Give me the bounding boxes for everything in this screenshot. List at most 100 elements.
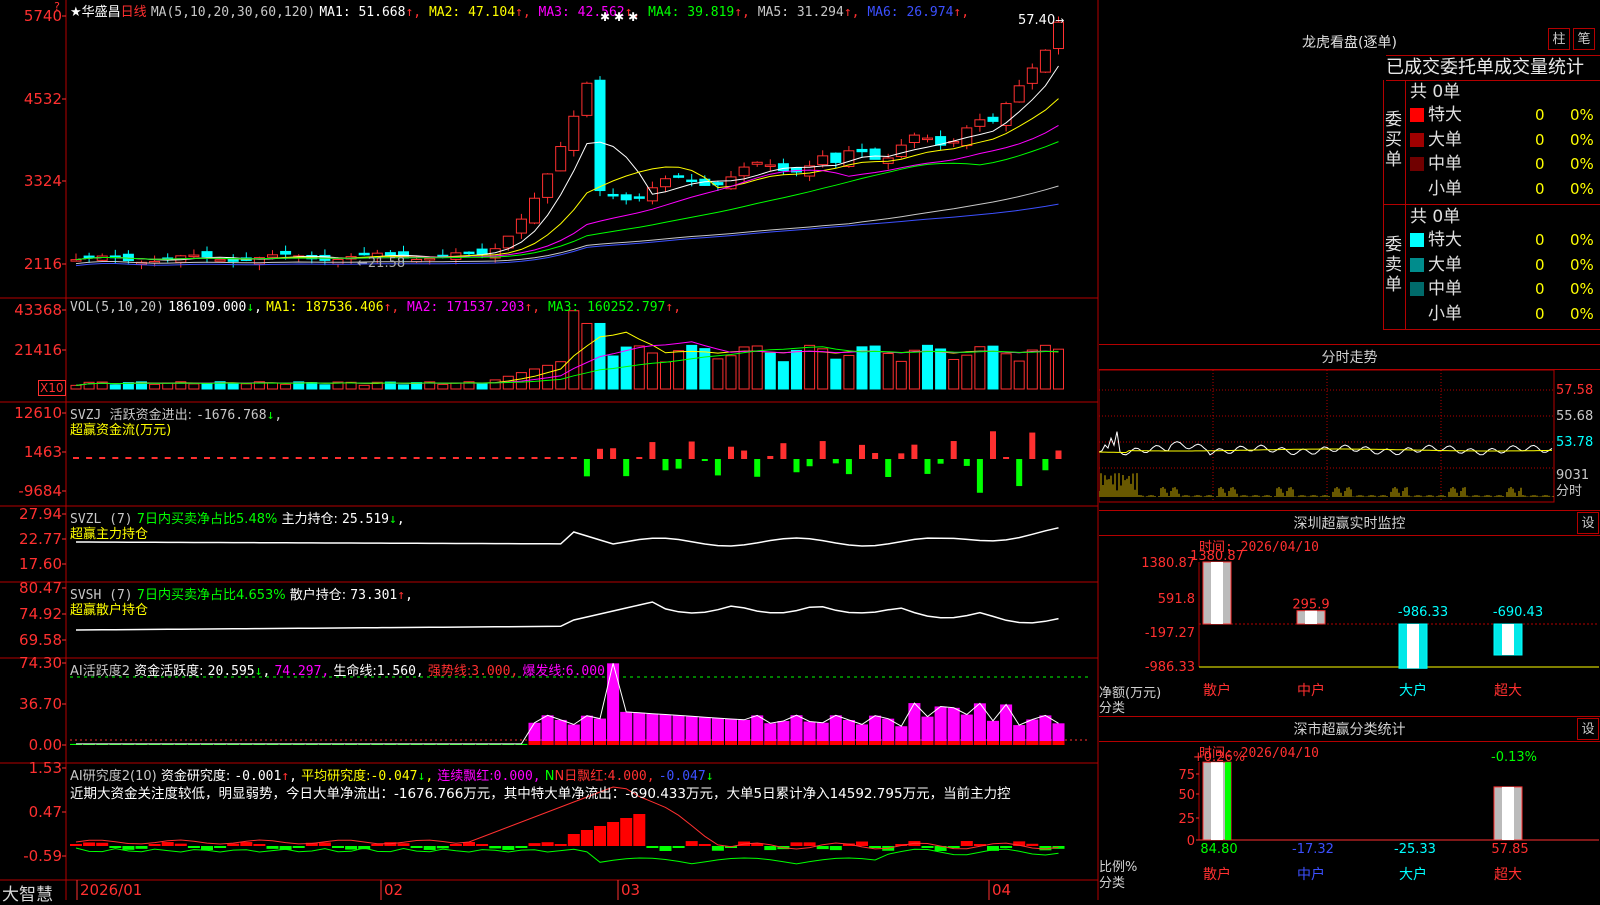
candle[interactable] bbox=[908, 134, 920, 144]
order-row-3: 中单 0 0% bbox=[1410, 152, 1600, 176]
vol-panel-title: VOL(5,10,20) 186109.000↓, MA1: 187536.40… bbox=[70, 300, 682, 315]
research-bar bbox=[672, 846, 685, 848]
classify-y-tick: 0 bbox=[1187, 834, 1195, 849]
candle[interactable] bbox=[660, 178, 671, 188]
candle[interactable] bbox=[384, 252, 396, 256]
order-type: 中单 bbox=[1428, 154, 1462, 174]
order-type: 小单 bbox=[1428, 303, 1462, 324]
candle[interactable] bbox=[542, 173, 554, 198]
candle[interactable] bbox=[280, 250, 292, 255]
volume-bar bbox=[699, 348, 711, 390]
fund-flow-bar bbox=[452, 457, 459, 459]
research-bar bbox=[70, 844, 82, 846]
order-row-2: 大单 0 0% bbox=[1410, 128, 1600, 152]
candle[interactable] bbox=[974, 119, 986, 127]
volume-bar bbox=[791, 349, 802, 390]
candle[interactable] bbox=[895, 144, 907, 158]
candle[interactable] bbox=[738, 166, 750, 177]
candle[interactable] bbox=[922, 137, 933, 141]
intraday-chart[interactable]: 57.58 55.68 53.78 9031分时 bbox=[1099, 370, 1600, 510]
color-swatch bbox=[1410, 181, 1424, 196]
candle[interactable] bbox=[633, 196, 645, 199]
research-bar bbox=[214, 846, 227, 848]
fund-flow-bar bbox=[505, 457, 512, 459]
volume-bar bbox=[830, 358, 842, 390]
candle[interactable] bbox=[214, 259, 226, 262]
research-bar bbox=[318, 842, 331, 846]
candle[interactable] bbox=[188, 254, 200, 258]
candle[interactable] bbox=[201, 251, 213, 258]
fund-flow-bar bbox=[243, 457, 250, 459]
volume-bar bbox=[227, 382, 239, 390]
candle[interactable] bbox=[529, 197, 540, 224]
candle[interactable] bbox=[83, 255, 95, 259]
activity-base bbox=[921, 741, 934, 745]
svzl-subtitle: 超赢主力持仓 bbox=[70, 527, 149, 542]
bar-view-button[interactable]: 柱 bbox=[1548, 28, 1570, 50]
fund-flow-bar bbox=[86, 457, 93, 459]
candle[interactable] bbox=[96, 255, 108, 261]
candle[interactable] bbox=[987, 116, 999, 122]
fund-flow-bar bbox=[583, 459, 590, 477]
fund-flow-bar bbox=[728, 446, 734, 459]
candle[interactable] bbox=[568, 115, 580, 151]
candle[interactable] bbox=[856, 148, 868, 153]
fund-flow-bar bbox=[492, 457, 499, 459]
y-tick-label: -0.59 bbox=[23, 847, 62, 865]
favorite-star-icon[interactable]: ★ bbox=[70, 5, 82, 20]
candle[interactable] bbox=[764, 164, 776, 167]
ma-label-1: MA1: bbox=[319, 5, 351, 20]
candle[interactable] bbox=[686, 179, 698, 183]
x-tick-label: 2026/01 bbox=[80, 881, 142, 899]
candle[interactable] bbox=[122, 253, 134, 262]
fund-flow-bar bbox=[859, 444, 865, 459]
candle[interactable] bbox=[751, 161, 763, 165]
x-tick-label: 04 bbox=[992, 881, 1011, 899]
research-bar bbox=[646, 846, 659, 848]
fund-flow-bar bbox=[439, 457, 446, 459]
order-stats-tabs[interactable]: 已成交委托单成交量统计 bbox=[1386, 55, 1600, 81]
research-bar bbox=[685, 841, 698, 846]
tick-view-button[interactable]: 笔 bbox=[1573, 28, 1595, 50]
candle[interactable] bbox=[1039, 49, 1051, 73]
candle[interactable] bbox=[1013, 85, 1025, 103]
ma-line bbox=[75, 124, 1059, 261]
candle[interactable] bbox=[555, 146, 567, 172]
color-swatch bbox=[1410, 157, 1424, 171]
y-tick-label: 74.30 bbox=[19, 654, 62, 672]
candle[interactable] bbox=[620, 194, 632, 201]
candle[interactable] bbox=[358, 252, 370, 256]
intraday-y-tick: 57.58 bbox=[1556, 383, 1593, 398]
activity-bar bbox=[672, 715, 685, 745]
research-bar bbox=[122, 846, 135, 850]
ma-values: MA1: 51.668↑, MA2: 47.104↑, MA3: 42.562↑… bbox=[319, 5, 970, 20]
order-count: 0 bbox=[1535, 179, 1545, 198]
research-bar bbox=[829, 846, 842, 851]
candle[interactable] bbox=[869, 148, 881, 160]
fund-flow-bar bbox=[845, 459, 852, 475]
candle[interactable] bbox=[817, 155, 829, 166]
candle[interactable] bbox=[830, 152, 842, 163]
candle[interactable] bbox=[424, 257, 436, 261]
fund-flow-bar bbox=[112, 457, 119, 459]
fund-flow-bar bbox=[950, 441, 957, 459]
classify-settings-button[interactable]: 设 bbox=[1577, 718, 1599, 740]
monitor-category: 散户 bbox=[1203, 682, 1231, 699]
candle[interactable] bbox=[463, 251, 475, 255]
monitor-settings-button[interactable]: 设 bbox=[1577, 512, 1599, 534]
volume-bar bbox=[764, 352, 776, 390]
candle[interactable] bbox=[476, 248, 488, 255]
candle[interactable] bbox=[70, 259, 82, 262]
candle[interactable] bbox=[227, 258, 239, 262]
fund-flow-bar bbox=[164, 457, 171, 459]
candle[interactable] bbox=[581, 82, 593, 116]
candle[interactable] bbox=[1026, 67, 1038, 84]
candle[interactable] bbox=[502, 235, 514, 249]
period-label[interactable]: 日线 bbox=[121, 5, 147, 20]
fund-flow-bar bbox=[990, 431, 996, 459]
candle[interactable] bbox=[673, 175, 685, 178]
candle[interactable] bbox=[515, 218, 527, 234]
candle[interactable] bbox=[594, 79, 606, 192]
candle[interactable] bbox=[267, 254, 278, 258]
candle[interactable] bbox=[607, 193, 619, 197]
